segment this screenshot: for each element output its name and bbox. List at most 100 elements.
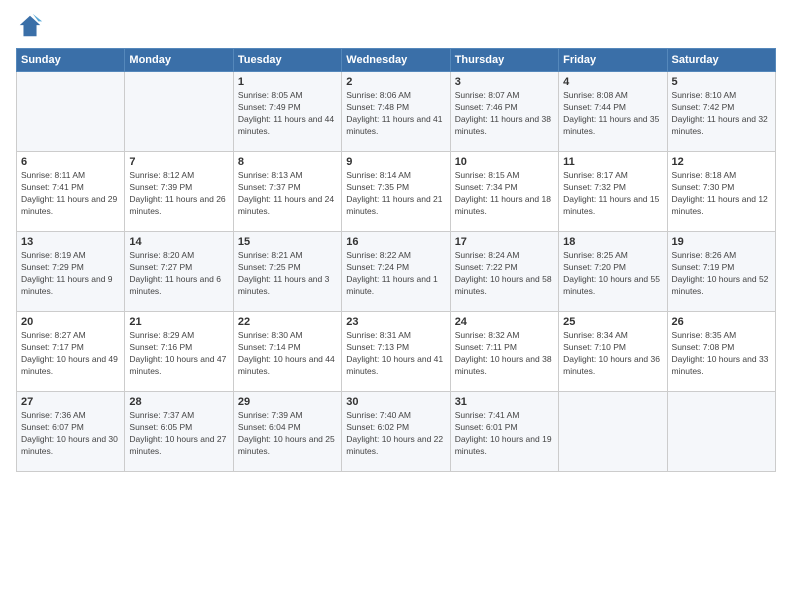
day-info: Sunrise: 8:18 AMSunset: 7:30 PMDaylight:… [672, 170, 771, 218]
calendar-cell: 12Sunrise: 8:18 AMSunset: 7:30 PMDayligh… [667, 152, 775, 232]
day-number: 13 [21, 236, 120, 248]
calendar-cell: 2Sunrise: 8:06 AMSunset: 7:48 PMDaylight… [342, 72, 450, 152]
day-info: Sunrise: 8:31 AMSunset: 7:13 PMDaylight:… [346, 330, 445, 378]
weekday-header: Wednesday [342, 49, 450, 72]
calendar-cell: 29 Sunrise: 7:39 AMSunset: 6:04 PMDayligh… [233, 392, 341, 472]
calendar-cell: 11 Sunrise: 8:17 AMSunset: 7:32 PMDayligh… [559, 152, 667, 232]
day-number: 14 [129, 236, 228, 248]
day-info: Sunrise: 8:26 AMSunset: 7:19 PMDaylight:… [672, 250, 771, 298]
calendar-cell: 16 Sunrise: 8:22 AMSunset: 7:24 PMDayligh… [342, 232, 450, 312]
day-info: Sunrise: 8:14 AMSunset: 7:35 PMDaylight:… [346, 170, 445, 218]
calendar-cell: 21 Sunrise: 8:29 AMSunset: 7:16 PMDayligh… [125, 312, 233, 392]
day-info: Sunrise: 8:29 AMSunset: 7:16 PMDaylight:… [129, 330, 228, 378]
day-info: Sunrise: 8:32 AMSunset: 7:11 PMDaylight:… [455, 330, 554, 378]
day-number: 6 [21, 156, 120, 168]
day-info: Sunrise: 8:11 AMSunset: 7:41 PMDaylight:… [21, 170, 120, 218]
day-info: Sunrise: 8:34 AMSunset: 7:10 PMDaylight:… [563, 330, 662, 378]
day-info: Sunrise: 8:24 AMSunset: 7:22 PMDaylight:… [455, 250, 554, 298]
day-info: Sunrise: 8:06 AMSunset: 7:48 PMDaylight:… [346, 90, 445, 138]
calendar-cell: 17 Sunrise: 8:24 AMSunset: 7:22 PMDayligh… [450, 232, 558, 312]
day-info: Sunrise: 8:30 AMSunset: 7:14 PMDaylight:… [238, 330, 337, 378]
calendar-cell: 3 Sunrise: 8:07 AMSunset: 7:46 PMDaylight… [450, 72, 558, 152]
day-info: Sunrise: 8:21 AMSunset: 7:25 PMDaylight:… [238, 250, 337, 298]
day-info: Sunrise: 8:27 AMSunset: 7:17 PMDaylight:… [21, 330, 120, 378]
calendar-cell: 8Sunrise: 8:13 AMSunset: 7:37 PMDaylight… [233, 152, 341, 232]
calendar-cell [17, 72, 125, 152]
day-info: Sunrise: 8:08 AMSunset: 7:44 PMDaylight:… [563, 90, 662, 138]
header-row: SundayMondayTuesdayWednesdayThursdayFrid… [17, 49, 776, 72]
day-info: Sunrise: 8:07 AMSunset: 7:46 PMDaylight:… [455, 90, 554, 138]
weekday-header: Monday [125, 49, 233, 72]
calendar-cell: 30 Sunrise: 7:40 AMSunset: 6:02 PMDayligh… [342, 392, 450, 472]
header [16, 12, 776, 40]
day-info: Sunrise: 8:05 AMSunset: 7:49 PMDaylight:… [238, 90, 337, 138]
calendar-week: 27Sunrise: 7:36 AMSunset: 6:07 PMDayligh… [17, 392, 776, 472]
weekday-header: Tuesday [233, 49, 341, 72]
calendar-cell: 22 Sunrise: 8:30 AMSunset: 7:14 PMDayligh… [233, 312, 341, 392]
day-number: 30 [346, 396, 445, 408]
day-number: 17 [455, 236, 554, 248]
calendar-cell: 28 Sunrise: 7:37 AMSunset: 6:05 PMDayligh… [125, 392, 233, 472]
day-number: 19 [672, 236, 771, 248]
page: SundayMondayTuesdayWednesdayThursdayFrid… [0, 0, 792, 612]
weekday-header: Sunday [17, 49, 125, 72]
calendar-cell: 15 Sunrise: 8:21 AMSunset: 7:25 PMDayligh… [233, 232, 341, 312]
calendar-cell: 19 Sunrise: 8:26 AMSunset: 7:19 PMDayligh… [667, 232, 775, 312]
day-number: 28 [129, 396, 228, 408]
day-number: 26 [672, 316, 771, 328]
day-number: 4 [563, 76, 662, 88]
calendar-cell: 31 Sunrise: 7:41 AMSunset: 6:01 PMDayligh… [450, 392, 558, 472]
calendar-cell: 25Sunrise: 8:34 AMSunset: 7:10 PMDayligh… [559, 312, 667, 392]
day-number: 1 [238, 76, 337, 88]
day-number: 22 [238, 316, 337, 328]
day-info: Sunrise: 7:37 AMSunset: 6:05 PMDaylight:… [129, 410, 228, 458]
calendar-cell [125, 72, 233, 152]
calendar-cell: 5Sunrise: 8:10 AMSunset: 7:42 PMDaylight… [667, 72, 775, 152]
weekday-header: Saturday [667, 49, 775, 72]
day-number: 31 [455, 396, 554, 408]
day-info: Sunrise: 8:12 AMSunset: 7:39 PMDaylight:… [129, 170, 228, 218]
day-info: Sunrise: 7:39 AMSunset: 6:04 PMDaylight:… [238, 410, 337, 458]
day-info: Sunrise: 8:17 AMSunset: 7:32 PMDaylight:… [563, 170, 662, 218]
calendar-cell: 20Sunrise: 8:27 AMSunset: 7:17 PMDayligh… [17, 312, 125, 392]
calendar-week: 1 Sunrise: 8:05 AMSunset: 7:49 PMDaylight… [17, 72, 776, 152]
day-number: 11 [563, 156, 662, 168]
calendar-cell: 10Sunrise: 8:15 AMSunset: 7:34 PMDayligh… [450, 152, 558, 232]
day-number: 15 [238, 236, 337, 248]
day-number: 18 [563, 236, 662, 248]
day-info: Sunrise: 8:15 AMSunset: 7:34 PMDaylight:… [455, 170, 554, 218]
day-number: 23 [346, 316, 445, 328]
day-number: 29 [238, 396, 337, 408]
day-number: 8 [238, 156, 337, 168]
day-info: Sunrise: 8:25 AMSunset: 7:20 PMDaylight:… [563, 250, 662, 298]
day-info: Sunrise: 7:41 AMSunset: 6:01 PMDaylight:… [455, 410, 554, 458]
calendar-cell: 9Sunrise: 8:14 AMSunset: 7:35 PMDaylight… [342, 152, 450, 232]
day-number: 24 [455, 316, 554, 328]
weekday-header: Thursday [450, 49, 558, 72]
day-info: Sunrise: 8:35 AMSunset: 7:08 PMDaylight:… [672, 330, 771, 378]
calendar-week: 13Sunrise: 8:19 AMSunset: 7:29 PMDayligh… [17, 232, 776, 312]
day-number: 3 [455, 76, 554, 88]
day-info: Sunrise: 7:40 AMSunset: 6:02 PMDaylight:… [346, 410, 445, 458]
calendar-week: 20Sunrise: 8:27 AMSunset: 7:17 PMDayligh… [17, 312, 776, 392]
calendar-cell: 23 Sunrise: 8:31 AMSunset: 7:13 PMDayligh… [342, 312, 450, 392]
calendar-cell: 27Sunrise: 7:36 AMSunset: 6:07 PMDayligh… [17, 392, 125, 472]
calendar-cell: 1 Sunrise: 8:05 AMSunset: 7:49 PMDaylight… [233, 72, 341, 152]
calendar-cell: 4 Sunrise: 8:08 AMSunset: 7:44 PMDaylight… [559, 72, 667, 152]
calendar-cell: 14 Sunrise: 8:20 AMSunset: 7:27 PMDayligh… [125, 232, 233, 312]
day-number: 16 [346, 236, 445, 248]
day-number: 21 [129, 316, 228, 328]
calendar-cell [559, 392, 667, 472]
logo-icon [16, 12, 44, 40]
calendar-cell: 7 Sunrise: 8:12 AMSunset: 7:39 PMDaylight… [125, 152, 233, 232]
calendar-cell: 6 Sunrise: 8:11 AMSunset: 7:41 PMDaylight… [17, 152, 125, 232]
calendar-cell: 18 Sunrise: 8:25 AMSunset: 7:20 PMDayligh… [559, 232, 667, 312]
day-number: 27 [21, 396, 120, 408]
day-number: 7 [129, 156, 228, 168]
calendar-cell [667, 392, 775, 472]
day-info: Sunrise: 8:22 AMSunset: 7:24 PMDaylight:… [346, 250, 445, 298]
calendar-cell: 24 Sunrise: 8:32 AMSunset: 7:11 PMDayligh… [450, 312, 558, 392]
calendar-cell: 26 Sunrise: 8:35 AMSunset: 7:08 PMDayligh… [667, 312, 775, 392]
logo [16, 12, 48, 40]
day-info: Sunrise: 8:20 AMSunset: 7:27 PMDaylight:… [129, 250, 228, 298]
